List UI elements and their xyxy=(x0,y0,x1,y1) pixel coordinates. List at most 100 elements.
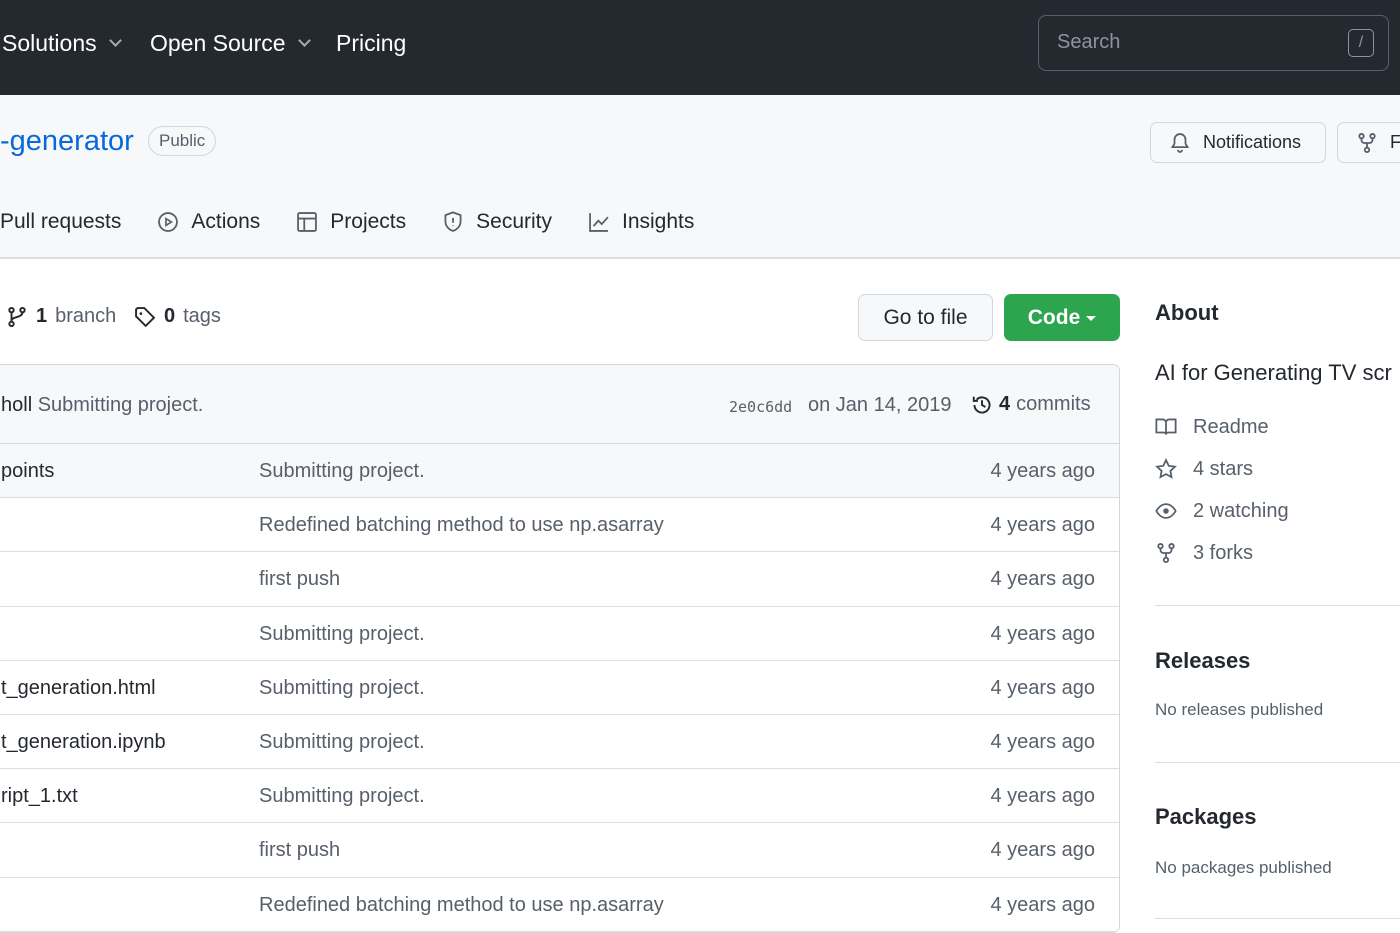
nav-label: Open Source xyxy=(150,30,286,56)
tag-label: tags xyxy=(183,305,221,327)
tab-actions[interactable]: Actions xyxy=(157,210,260,234)
tab-label: Insights xyxy=(622,210,695,233)
tag-icon xyxy=(135,306,156,327)
file-row: ript_1.txt Submitting project. 4 years a… xyxy=(0,769,1119,824)
repo-tabs: Pull requests Actions Projects Security … xyxy=(0,210,694,234)
branch-label: branch xyxy=(55,305,117,327)
fork-icon xyxy=(1157,543,1175,563)
shield-icon xyxy=(444,211,462,232)
file-commit-message[interactable]: Submitting project. xyxy=(259,731,425,754)
nav-label: Pricing xyxy=(336,30,407,56)
watching-link[interactable]: 2 watching xyxy=(1155,490,1392,532)
file-commit-message[interactable]: first push xyxy=(259,839,340,862)
file-age: 4 years ago xyxy=(990,676,1095,699)
commits-link[interactable]: 4 commits xyxy=(971,393,1091,416)
star-icon xyxy=(1155,458,1177,479)
forks-label: 3 forks xyxy=(1193,541,1254,564)
file-commit-message[interactable]: Submitting project. xyxy=(259,460,425,483)
commit-author[interactable]: holl xyxy=(1,394,32,416)
search-input[interactable]: Search / xyxy=(1038,15,1389,71)
commit-summary: holl Submitting project. xyxy=(1,394,203,417)
releases-section: Releases No releases published xyxy=(1155,648,1323,720)
file-row: points Submitting project. 4 years ago xyxy=(0,444,1119,499)
file-row: t_generation.ipynb Submitting project. 4… xyxy=(0,715,1119,770)
packages-title[interactable]: Packages xyxy=(1155,804,1332,830)
file-commit-message[interactable]: Redefined batching method to use np.asar… xyxy=(259,514,664,537)
eye-icon xyxy=(1155,503,1177,519)
file-name-link[interactable]: ript_1.txt xyxy=(1,785,78,808)
file-name-link[interactable]: t_generation.ipynb xyxy=(1,731,166,754)
commit-message[interactable]: Submitting project. xyxy=(38,394,204,416)
file-row: Redefined batching method to use np.asar… xyxy=(0,498,1119,553)
nav-open-source[interactable]: Open Source xyxy=(150,30,311,57)
fork-button[interactable]: F xyxy=(1337,122,1400,163)
chevron-down-icon xyxy=(108,34,122,47)
forks-link[interactable]: 3 forks xyxy=(1155,532,1392,574)
caret-down-icon xyxy=(1086,315,1097,326)
readme-label: Readme xyxy=(1193,415,1269,438)
watching-label: 2 watching xyxy=(1193,499,1289,522)
tags-link[interactable]: 0 tags xyxy=(134,305,221,328)
tab-pull-requests[interactable]: Pull requests xyxy=(0,210,121,234)
file-table: holl Submitting project. 2e0c6dd on Jan … xyxy=(0,364,1120,933)
play-icon xyxy=(158,212,179,232)
global-header: Solutions Open Source Pricing Search / xyxy=(0,0,1400,95)
repo-name-link[interactable]: -generator xyxy=(0,125,134,158)
visibility-badge: Public xyxy=(148,126,217,156)
about-section: About AI for Generating TV scr Readme 4 … xyxy=(1155,300,1392,574)
fork-label: F xyxy=(1390,132,1400,152)
about-description: AI for Generating TV scr xyxy=(1155,360,1392,385)
repo-header: -generator Public Notifications F Pull r… xyxy=(0,95,1400,259)
file-age: 4 years ago xyxy=(990,839,1095,862)
file-name-link[interactable]: points xyxy=(1,460,54,483)
file-commit-message[interactable]: Submitting project. xyxy=(259,785,425,808)
notifications-label: Notifications xyxy=(1203,132,1302,152)
packages-text: No packages published xyxy=(1155,858,1332,877)
branch-count: 1 xyxy=(36,305,48,327)
file-commit-message[interactable]: Submitting project. xyxy=(259,623,425,646)
file-age: 4 years ago xyxy=(990,785,1095,808)
divider xyxy=(1155,762,1400,763)
fork-icon xyxy=(1358,132,1376,153)
file-row: Redefined batching method to use np.asar… xyxy=(0,878,1119,932)
file-commit-message[interactable]: Redefined batching method to use np.asar… xyxy=(259,894,664,917)
packages-section: Packages No packages published xyxy=(1155,804,1332,878)
nav-pricing[interactable]: Pricing xyxy=(336,30,406,57)
tab-security[interactable]: Security xyxy=(442,210,552,234)
file-row: first push 4 years ago xyxy=(0,823,1119,878)
file-name-link[interactable]: t_generation.html xyxy=(1,677,156,700)
book-icon xyxy=(1155,418,1177,435)
file-age: 4 years ago xyxy=(990,460,1095,482)
tab-label: Security xyxy=(476,210,552,233)
file-row: first push 4 years ago xyxy=(0,552,1119,607)
chevron-down-icon xyxy=(297,34,311,47)
nav-solutions[interactable]: Solutions xyxy=(2,30,122,57)
commits-label: commits xyxy=(1016,393,1091,415)
tab-label: Projects xyxy=(330,210,407,233)
file-commit-message[interactable]: first push xyxy=(259,568,340,591)
slash-shortcut-icon: / xyxy=(1348,29,1374,57)
commit-date: on Jan 14, 2019 xyxy=(808,394,952,416)
releases-title[interactable]: Releases xyxy=(1155,648,1323,674)
history-icon xyxy=(972,395,991,413)
commit-sha[interactable]: 2e0c6dd xyxy=(729,398,792,416)
notifications-button[interactable]: Notifications xyxy=(1150,122,1326,163)
divider xyxy=(1155,605,1400,606)
go-to-file-button[interactable]: Go to file xyxy=(858,294,993,341)
branches-link[interactable]: 1 branch xyxy=(6,305,116,328)
file-commit-message[interactable]: Submitting project. xyxy=(259,677,425,700)
tab-projects[interactable]: Projects xyxy=(296,210,406,234)
tab-insights[interactable]: Insights xyxy=(588,210,694,234)
file-age: 4 years ago xyxy=(990,514,1095,537)
file-age: 4 years ago xyxy=(990,893,1095,916)
file-age: 4 years ago xyxy=(990,730,1095,753)
stars-link[interactable]: 4 stars xyxy=(1155,448,1392,490)
tab-label: Actions xyxy=(191,210,261,233)
branch-icon xyxy=(8,306,26,327)
code-button[interactable]: Code xyxy=(1004,294,1120,341)
file-age: 4 years ago xyxy=(990,622,1095,645)
commits-count: 4 xyxy=(999,393,1011,415)
readme-link[interactable]: Readme xyxy=(1155,406,1392,448)
nav-label: Solutions xyxy=(2,30,97,56)
search-placeholder: Search xyxy=(1057,31,1121,53)
